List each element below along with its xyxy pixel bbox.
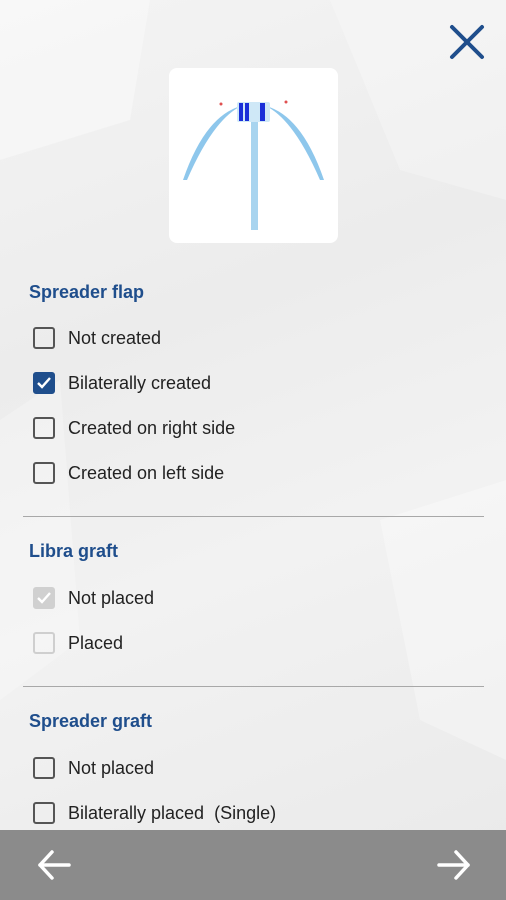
option-spreader-graft-bilateral-single[interactable]: Bilaterally placed (Single)	[33, 800, 276, 826]
option-label: Not placed	[68, 757, 155, 778]
arrow-right-icon	[437, 850, 470, 880]
option-libra-graft-placed[interactable]: Placed	[33, 630, 123, 656]
checkmark-icon	[37, 377, 51, 389]
section-divider	[23, 686, 484, 687]
close-icon	[450, 25, 484, 59]
option-spreader-flap-left-side[interactable]: Created on left side	[33, 460, 224, 486]
option-label: Created on right side	[68, 417, 236, 438]
checkbox[interactable]	[33, 462, 55, 484]
back-button[interactable]	[34, 845, 74, 885]
option-label: Bilaterally placed (Single)	[68, 802, 277, 823]
option-spreader-graft-not-placed[interactable]: Not placed	[33, 755, 154, 781]
option-label: Not placed	[68, 587, 155, 608]
spreader-flap-illustration	[169, 68, 338, 243]
option-label: Placed	[68, 632, 124, 653]
arrow-left-icon	[38, 850, 71, 880]
section-title-libra-graft: Libra graft	[29, 541, 119, 561]
close-button[interactable]	[447, 22, 487, 62]
checkmark-icon	[37, 592, 51, 604]
checkbox-checked-disabled[interactable]	[33, 587, 55, 609]
bottom-nav-bar	[0, 830, 506, 900]
option-label: Created on left side	[68, 462, 225, 483]
section-title-spreader-graft: Spreader graft	[29, 711, 153, 731]
option-label: Bilaterally created	[68, 372, 212, 393]
checkbox[interactable]	[33, 757, 55, 779]
option-label: Not created	[68, 327, 162, 348]
option-spreader-flap-not-created[interactable]: Not created	[33, 325, 161, 351]
section-title-spreader-flap: Spreader flap	[29, 282, 145, 302]
checkbox[interactable]	[33, 327, 55, 349]
checkbox[interactable]	[33, 417, 55, 439]
option-spreader-flap-bilaterally-created[interactable]: Bilaterally created	[33, 370, 211, 396]
option-spreader-flap-right-side[interactable]: Created on right side	[33, 415, 235, 441]
section-divider	[23, 516, 484, 517]
forward-button[interactable]	[434, 845, 474, 885]
checkbox-checked[interactable]	[33, 372, 55, 394]
option-libra-graft-not-placed[interactable]: Not placed	[33, 585, 154, 611]
checkbox[interactable]	[33, 802, 55, 824]
checkbox-disabled[interactable]	[33, 632, 55, 654]
